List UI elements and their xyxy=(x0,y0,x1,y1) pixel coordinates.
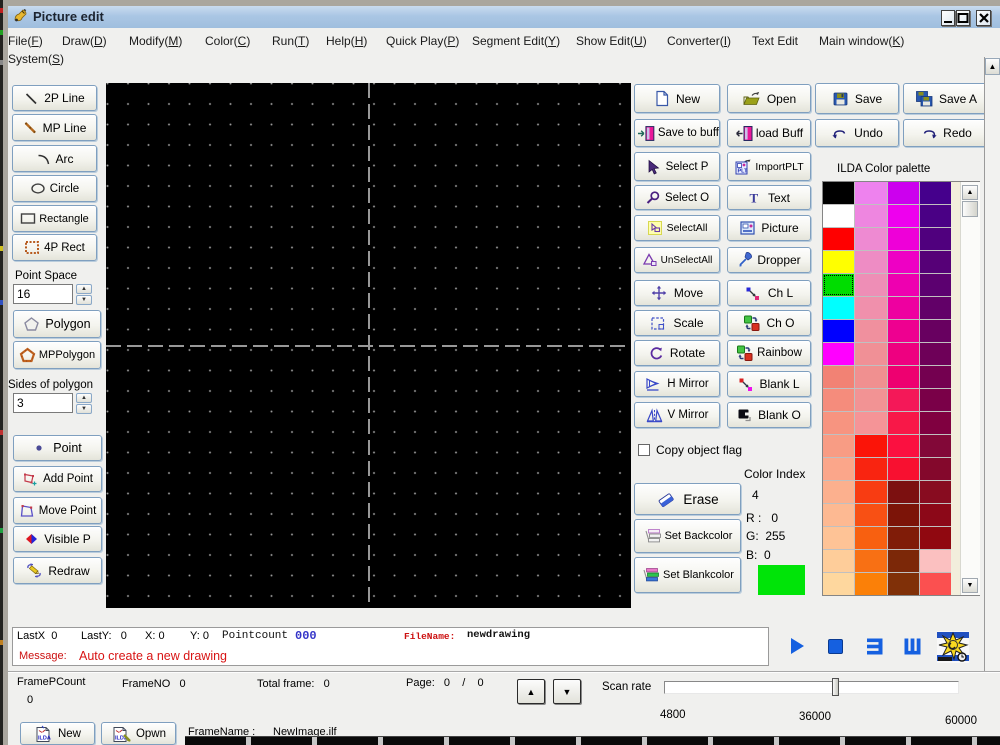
svg-text:T: T xyxy=(749,191,758,206)
svg-text:ILDA: ILDA xyxy=(38,736,51,742)
svg-text:PLT: PLT xyxy=(738,168,749,174)
